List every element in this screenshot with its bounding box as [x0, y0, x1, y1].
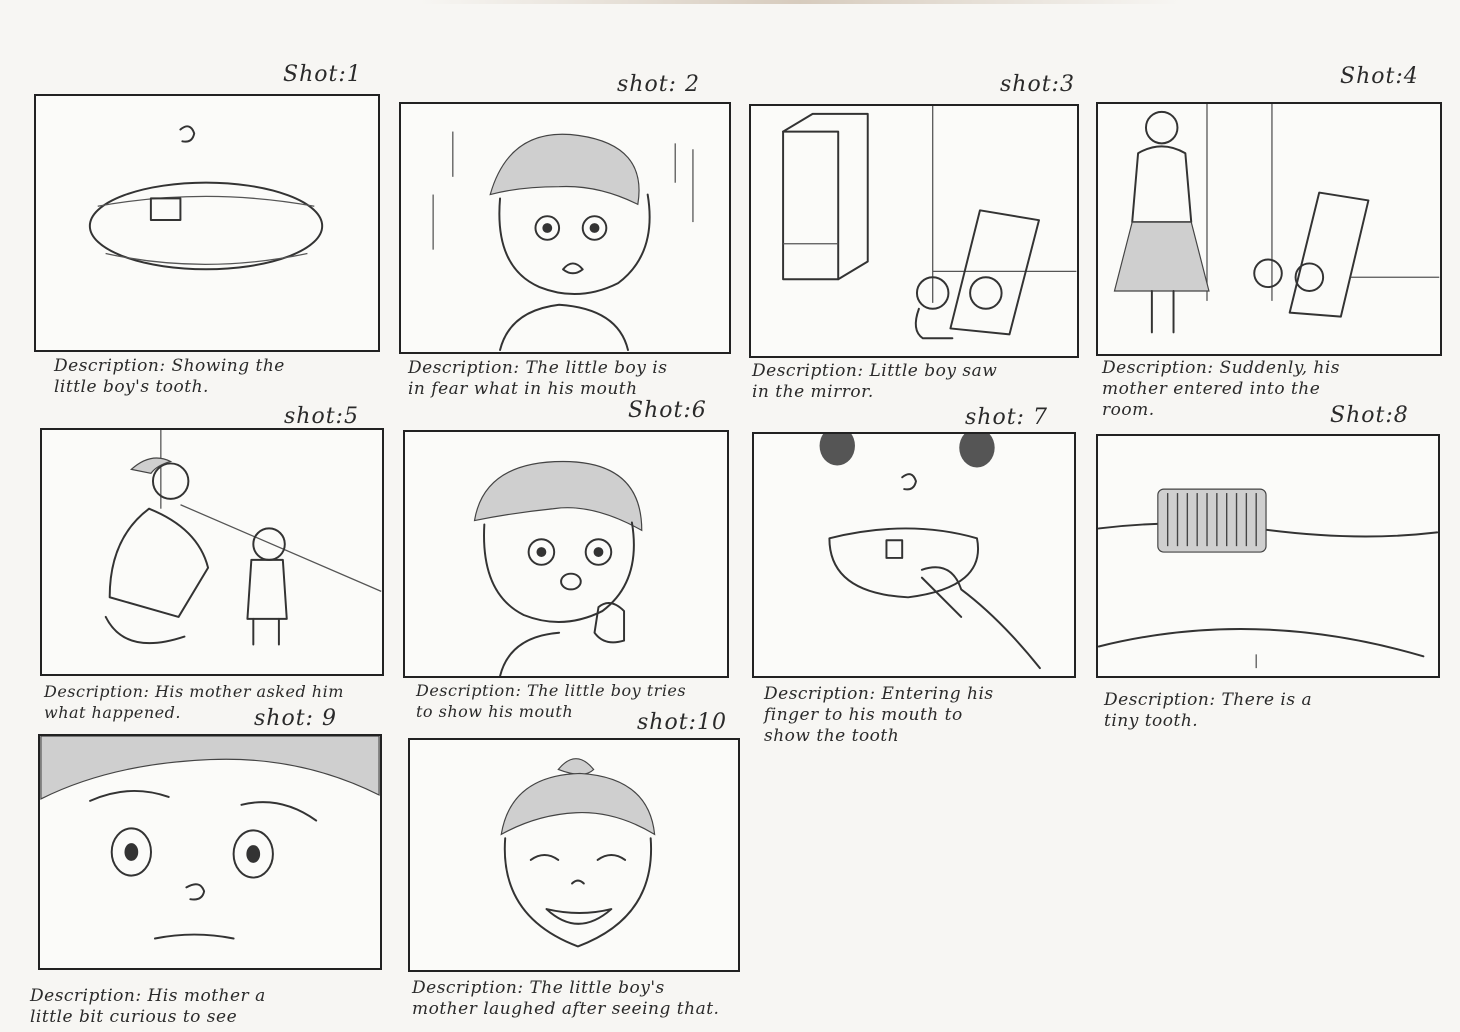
tiny-tooth-illustration	[1098, 488, 1438, 669]
boy-show-mouth-illustration	[473, 460, 643, 676]
shot-label-7: shot: 7	[965, 405, 1048, 430]
description-line: Description: Entering his	[764, 684, 994, 704]
shot-description-5: Description: His mother asked him what h…	[44, 681, 404, 723]
shot-description-10: Description: The little boy's mother lau…	[412, 978, 882, 1020]
description-line: Description: The little boy's	[412, 978, 665, 998]
storyboard-panel-6	[403, 430, 729, 678]
description-line: in fear what in his mouth	[408, 379, 638, 399]
shot-description-3: Description: Little boy saw in the mirro…	[752, 361, 1072, 403]
storyboard-panel-8	[1096, 434, 1440, 678]
shot-description-6: Description: The little boy tries to sho…	[416, 680, 746, 722]
description-line: mother entered into the	[1102, 379, 1321, 399]
mother-enters-illustration	[1113, 104, 1440, 334]
shot-description-7: Description: Entering his finger to his …	[764, 684, 1084, 747]
shot-description-2: Description: The little boy is in fear w…	[408, 358, 728, 400]
description-line: show the tooth	[764, 726, 900, 746]
mother-laughing-illustration	[500, 758, 656, 948]
paper-edge	[420, 0, 1180, 4]
boy-mirror-illustration	[782, 106, 1077, 340]
description-line: room.	[1102, 400, 1155, 420]
shot-label-6: Shot:6	[628, 398, 707, 423]
description-line: Description: The little boy tries	[416, 681, 687, 700]
description-line: tiny tooth.	[1104, 711, 1199, 731]
description-line: Description: There is a	[1104, 690, 1313, 710]
description-line: little boy's tooth.	[54, 377, 209, 397]
description-line: Description: His mother a	[30, 986, 266, 1006]
storyboard-panel-10	[408, 738, 740, 972]
description-line: little bit curious to see	[30, 1007, 238, 1027]
shot-label-1: Shot:1	[283, 62, 362, 87]
mouth-tooth-illustration	[88, 125, 324, 271]
description-line: to show his mouth	[416, 702, 574, 721]
description-line: Description: Suddenly, his	[1102, 358, 1341, 378]
mother-asks-illustration	[104, 430, 382, 646]
shot-description-4: Description: Suddenly, his mother entere…	[1102, 358, 1432, 421]
curious-face-illustration	[40, 736, 380, 940]
shot-description-1: Description: Showing the little boy's to…	[54, 356, 374, 398]
description-line: Description: Little boy saw	[752, 361, 998, 381]
storyboard-panel-9	[38, 734, 382, 970]
shot-label-5: shot:5	[284, 404, 359, 429]
shot-label-4: Shot:4	[1340, 64, 1419, 89]
shot-description-9: Description: His mother a little bit cur…	[30, 986, 370, 1028]
description-line: Description: Showing the	[54, 356, 285, 376]
storyboard-panel-3	[749, 104, 1079, 358]
storyboard-panel-5	[40, 428, 384, 676]
description-line: mother laughed after seeing that.	[412, 999, 720, 1019]
storyboard-panel-7	[752, 432, 1076, 678]
shot-label-2: shot: 2	[617, 72, 700, 97]
description-line: in the mirror.	[752, 382, 874, 402]
description-line: Description: The little boy is	[408, 358, 668, 378]
description-line: what happened.	[44, 703, 181, 722]
storyboard-panel-4	[1096, 102, 1442, 356]
shot-label-3: shot:3	[1000, 72, 1075, 97]
shot-description-8: Description: There is a tiny tooth.	[1104, 690, 1434, 732]
description-line: Description: His mother asked him	[44, 682, 344, 701]
storyboard-panel-2	[399, 102, 731, 354]
finger-mouth-illustration	[819, 434, 1041, 670]
boy-fear-illustration	[432, 131, 694, 352]
description-line: finger to his mouth to	[764, 705, 963, 725]
storyboard-panel-1	[34, 94, 380, 352]
